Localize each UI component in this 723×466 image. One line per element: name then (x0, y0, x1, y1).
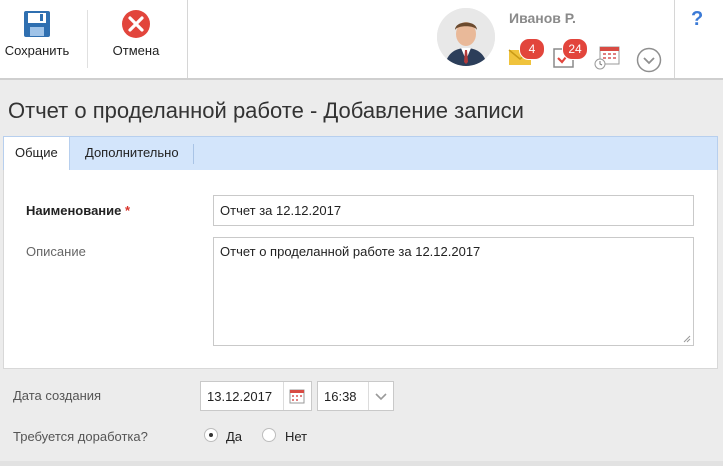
general-tab-panel: Наименование * Описание Отчет о проделан… (3, 170, 718, 369)
chevron-down-icon (636, 47, 662, 73)
calendar-clock-icon (594, 46, 620, 70)
created-date-label: Дата создания (13, 388, 102, 403)
time-picker[interactable]: 16:38 (317, 381, 394, 411)
name-input[interactable] (213, 195, 694, 226)
rework-no-label[interactable]: Нет (285, 429, 307, 444)
rework-label: Требуется доработка? (13, 429, 148, 444)
date-value: 13.12.2017 (207, 389, 273, 404)
user-menu-toggle[interactable] (636, 47, 662, 73)
calendar-button[interactable] (283, 382, 311, 410)
rework-no-radio[interactable] (262, 428, 276, 442)
name-label-text: Наименование (26, 203, 122, 218)
chevron-down-icon (375, 393, 387, 401)
date-picker[interactable]: 13.12.2017 (200, 381, 312, 411)
save-button[interactable]: Сохранить (0, 0, 74, 78)
close-icon (122, 10, 150, 38)
calendar-notification[interactable] (594, 38, 624, 70)
time-value: 16:38 (324, 389, 357, 404)
tab-bar: Общие Дополнительно (3, 136, 718, 172)
toolbar-divider (87, 10, 88, 68)
description-label: Описание (26, 244, 86, 259)
save-icon (24, 11, 50, 37)
avatar[interactable] (437, 8, 495, 66)
cancel-button[interactable]: Отмена (96, 0, 176, 78)
page-title: Отчет о проделанной работе - Добавление … (8, 98, 524, 123)
help-button[interactable]: ? (691, 8, 703, 31)
rework-yes-label[interactable]: Да (226, 429, 242, 444)
tab-divider (193, 144, 194, 164)
resize-handle-icon[interactable] (683, 335, 691, 343)
toolbar-divider (674, 0, 675, 78)
rework-yes-radio[interactable] (204, 428, 218, 442)
top-toolbar: Сохранить Отмена Иванов Р. 4 24 ? (0, 0, 723, 80)
mail-notification[interactable]: 4 (508, 38, 545, 68)
user-photo (437, 8, 495, 66)
save-label: Сохранить (4, 43, 70, 58)
bottom-divider (0, 461, 723, 466)
toolbar-divider (187, 0, 188, 78)
tab-general[interactable]: Общие (4, 137, 70, 172)
description-textarea[interactable]: Отчет о проделанной работе за 12.12.2017 (213, 237, 694, 346)
cancel-label: Отмена (112, 43, 160, 58)
calendar-icon (289, 389, 305, 404)
tasks-count-badge: 24 (562, 38, 588, 60)
mail-count-badge: 4 (519, 38, 545, 60)
time-dropdown-button[interactable] (368, 382, 393, 410)
required-mark: * (125, 203, 131, 218)
tasks-notification[interactable]: 24 (553, 38, 588, 68)
name-field-label: Наименование * (26, 203, 130, 218)
description-text: Отчет о проделанной работе за 12.12.2017 (220, 244, 481, 259)
user-name[interactable]: Иванов Р. (509, 10, 576, 26)
tab-additional[interactable]: Дополнительно (74, 137, 190, 171)
